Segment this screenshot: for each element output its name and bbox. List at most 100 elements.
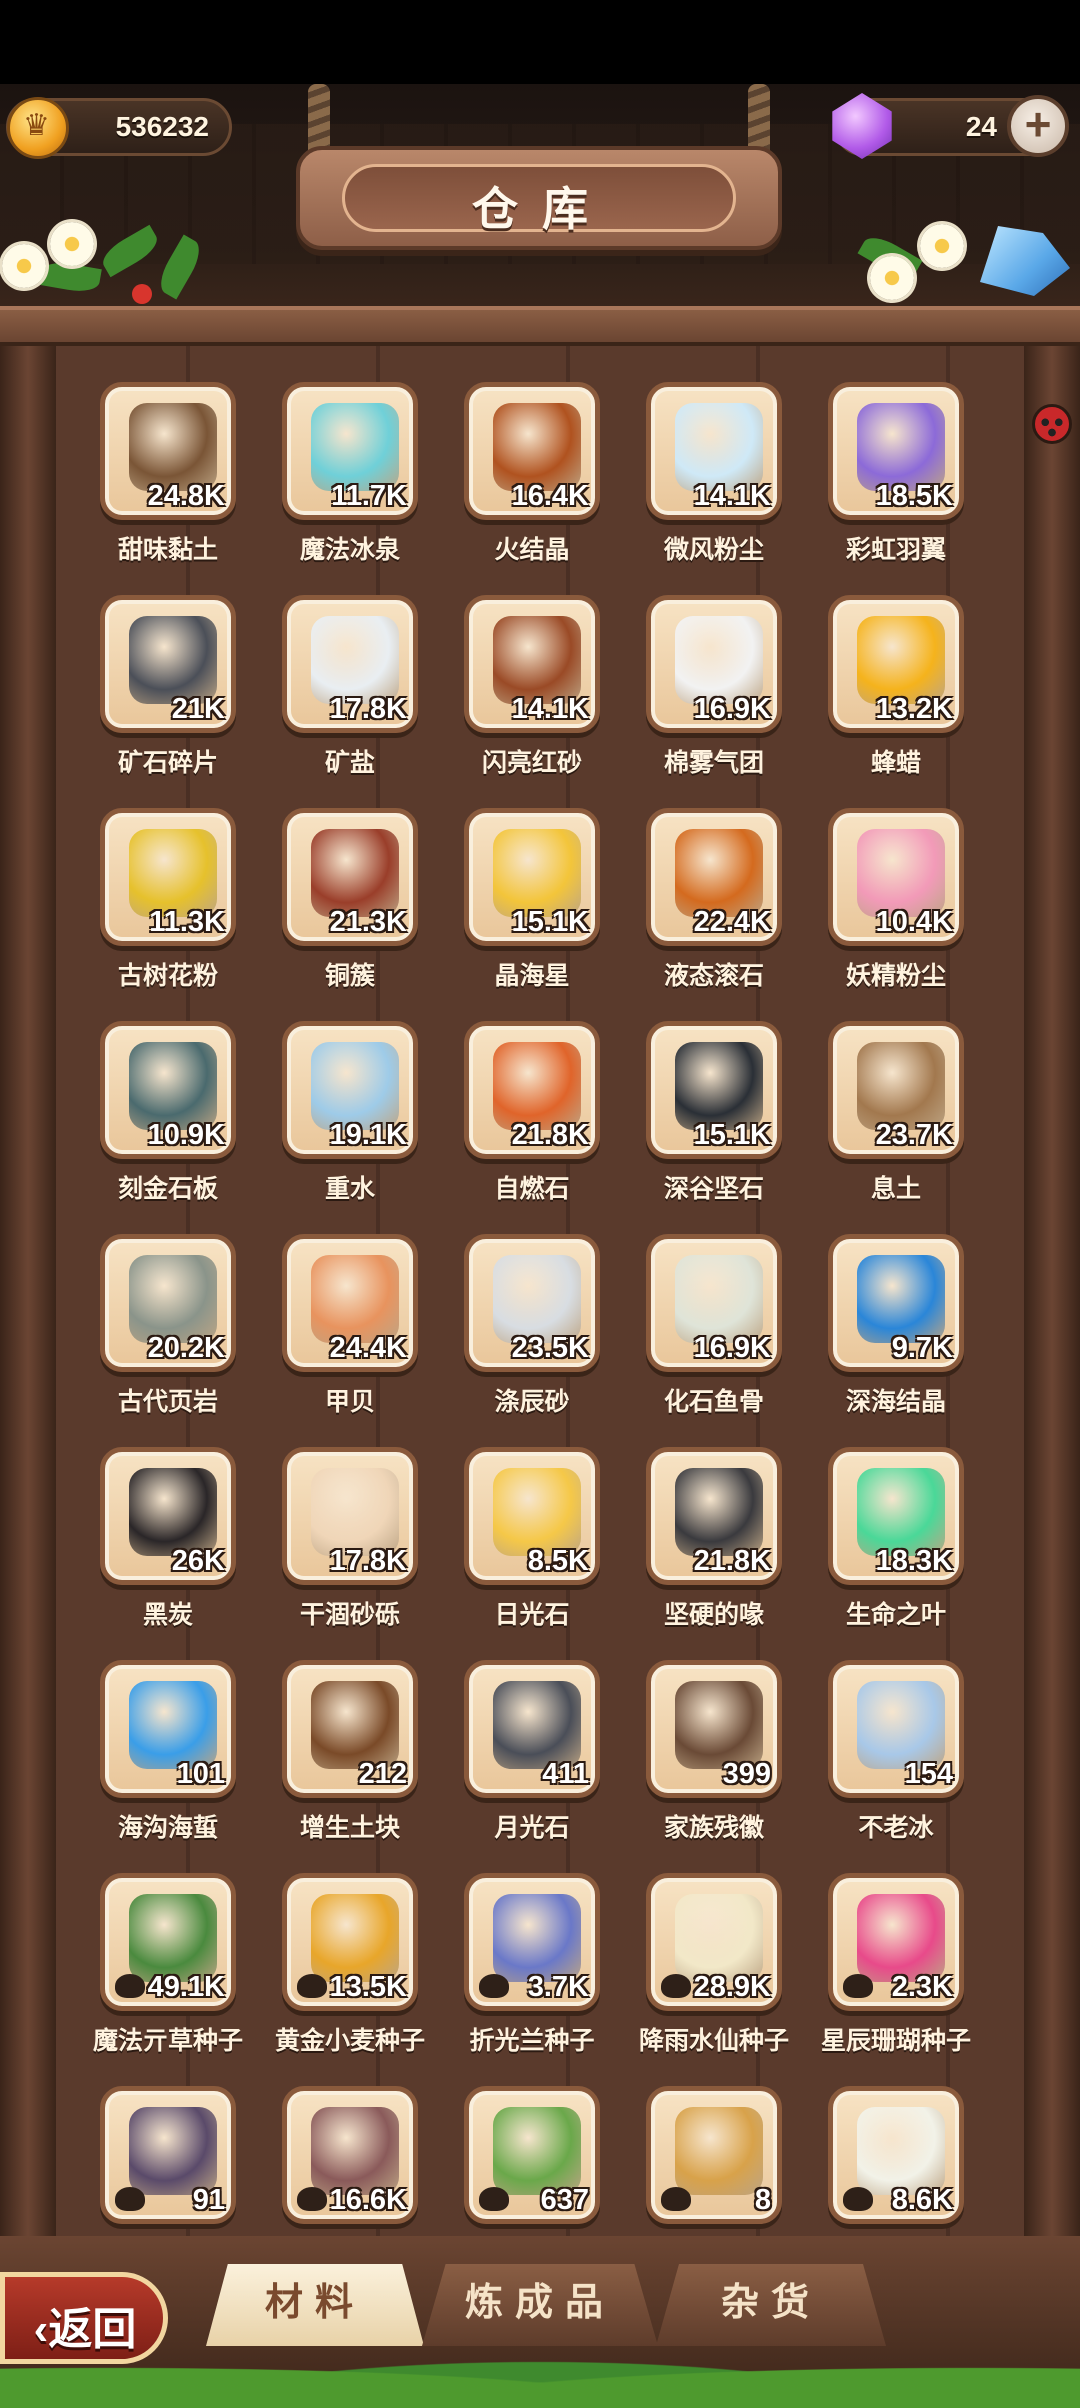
inventory-item[interactable]: 24.8K 甜味黏土 <box>80 382 256 582</box>
item-name: 家族残徽 <box>663 1814 764 1842</box>
item-count: 9.7K <box>891 1332 953 1364</box>
inventory-item[interactable]: 13.5K 黄金小麦种子 <box>262 1873 438 2073</box>
inventory-item[interactable]: 2.3K 星辰珊瑚种子 <box>808 1873 984 2073</box>
item-icon <box>857 1681 945 1769</box>
inventory-item[interactable]: 21K 矿石碎片 <box>80 595 256 795</box>
item-icon <box>129 616 217 704</box>
seed-icon <box>661 1974 691 1998</box>
inventory-item[interactable]: 16.4K 火结晶 <box>444 382 620 582</box>
flower-icon <box>920 224 964 268</box>
inventory-item[interactable]: 154 不老冰 <box>808 1660 984 1860</box>
item-icon <box>493 1894 581 1982</box>
item-icon <box>857 403 945 491</box>
inventory-item[interactable]: 10.9K 刻金石板 <box>80 1021 256 1221</box>
item-icon <box>129 1894 217 1982</box>
inventory-item[interactable]: 22.4K 液态滚石 <box>626 808 802 1008</box>
item-card: 28.9K <box>646 1873 782 2011</box>
item-icon <box>857 1468 945 1556</box>
inventory-item[interactable]: 49.1K 魔法亓草种子 <box>80 1873 256 2073</box>
inventory-item[interactable]: 24.4K 甲贝 <box>262 1234 438 1434</box>
item-name: 干涸砂砾 <box>299 1601 400 1629</box>
item-icon <box>311 829 399 917</box>
inventory-item[interactable]: 212 增生土块 <box>262 1660 438 1860</box>
inventory-item[interactable]: 18.5K 彩虹羽翼 <box>808 382 984 582</box>
inventory-item[interactable]: 15.1K 深谷坚石 <box>626 1021 802 1221</box>
seed-icon <box>843 1974 873 1998</box>
inventory-item[interactable]: 23.5K 涤辰砂 <box>444 1234 620 1434</box>
item-icon <box>675 1894 763 1982</box>
gem-counter: 24 + <box>832 93 1069 159</box>
item-name: 魔法冰泉 <box>299 536 400 564</box>
seed-icon <box>479 1974 509 1998</box>
inventory-item[interactable]: 15.1K 晶海星 <box>444 808 620 1008</box>
ladybug-icon <box>1032 404 1072 444</box>
inventory-item[interactable]: 11.7K 魔法冰泉 <box>262 382 438 582</box>
item-card: 18.3K <box>828 1447 964 1585</box>
item-name: 妖精粉尘 <box>845 962 946 990</box>
tab-misc-goods[interactable]: 杂货 <box>656 2264 886 2346</box>
item-icon <box>493 403 581 491</box>
inventory-item[interactable]: 14.1K 微风粉尘 <box>626 382 802 582</box>
inventory-item[interactable]: 10.4K 妖精粉尘 <box>808 808 984 1008</box>
item-count: 8.6K <box>891 2184 953 2216</box>
item-card: 19.1K <box>282 1021 418 1159</box>
inventory-item[interactable]: 11.3K 古树花粉 <box>80 808 256 1008</box>
item-card: 13.2K <box>828 595 964 733</box>
item-count: 91 <box>192 2184 225 2216</box>
inventory-item[interactable]: 20.2K 古代页岩 <box>80 1234 256 1434</box>
inventory-item[interactable]: 18.3K 生命之叶 <box>808 1447 984 1647</box>
inventory-item[interactable]: 9.7K 深海结晶 <box>808 1234 984 1434</box>
item-count: 101 <box>176 1758 225 1790</box>
item-icon <box>493 1681 581 1769</box>
item-card: 21.8K <box>646 1447 782 1585</box>
item-icon <box>129 1681 217 1769</box>
item-icon <box>311 616 399 704</box>
item-icon <box>493 1468 581 1556</box>
inventory-item[interactable]: 16.9K 棉雾气团 <box>626 595 802 795</box>
inventory-item[interactable]: 26K 黑炭 <box>80 1447 256 1647</box>
inventory-item[interactable]: 13.2K 蜂蜡 <box>808 595 984 795</box>
item-count: 10.9K <box>147 1119 225 1151</box>
inventory-item[interactable]: 411 月光石 <box>444 1660 620 1860</box>
item-count: 13.5K <box>329 1971 407 2003</box>
item-count: 28.9K <box>693 1971 771 2003</box>
inventory-item[interactable]: 21.8K 自燃石 <box>444 1021 620 1221</box>
item-card: 8.5K <box>464 1447 600 1585</box>
inventory-item[interactable]: 17.8K 干涸砂砾 <box>262 1447 438 1647</box>
item-name: 火结晶 <box>494 536 570 564</box>
inventory-item[interactable]: 21.3K 铜簇 <box>262 808 438 1008</box>
add-gems-button[interactable]: + <box>1007 95 1069 157</box>
inventory-item[interactable]: 23.7K 息土 <box>808 1021 984 1221</box>
inventory-item[interactable]: 17.8K 矿盐 <box>262 595 438 795</box>
item-name: 古树花粉 <box>117 962 218 990</box>
inventory-item[interactable]: 19.1K 重水 <box>262 1021 438 1221</box>
item-name: 增生土块 <box>299 1814 400 1842</box>
item-count: 23.5K <box>511 1332 589 1364</box>
item-icon <box>675 829 763 917</box>
inventory-item[interactable]: 21.8K 坚硬的喙 <box>626 1447 802 1647</box>
item-icon <box>493 2107 581 2195</box>
item-card: 101 <box>100 1660 236 1798</box>
tab-materials[interactable]: 材料 <box>206 2264 424 2346</box>
item-count: 23.7K <box>875 1119 953 1151</box>
back-button-label: ‹返回 <box>33 2305 137 2354</box>
inventory-item[interactable]: 399 家族残徽 <box>626 1660 802 1860</box>
item-card: 15.1K <box>646 1021 782 1159</box>
item-count: 21.8K <box>511 1119 589 1151</box>
item-icon <box>675 1255 763 1343</box>
tab-crafted-items[interactable]: 炼成品 <box>422 2264 658 2346</box>
item-card: 14.1K <box>646 382 782 520</box>
item-card: 20.2K <box>100 1234 236 1372</box>
back-button[interactable]: ‹返回 <box>0 2272 168 2364</box>
inventory-item[interactable]: 28.9K 降雨水仙种子 <box>626 1873 802 2073</box>
inventory-item[interactable]: 8.5K 日光石 <box>444 1447 620 1647</box>
item-name: 液态滚石 <box>663 962 764 990</box>
inventory-item[interactable]: 14.1K 闪亮红砂 <box>444 595 620 795</box>
inventory-item[interactable]: 16.9K 化石鱼骨 <box>626 1234 802 1434</box>
item-icon <box>675 2107 763 2195</box>
item-card: 11.3K <box>100 808 236 946</box>
inventory-item[interactable]: 101 海沟海蜇 <box>80 1660 256 1860</box>
gem-value: 24 <box>965 111 997 142</box>
item-count: 17.8K <box>329 693 407 725</box>
inventory-item[interactable]: 3.7K 折光兰种子 <box>444 1873 620 2073</box>
